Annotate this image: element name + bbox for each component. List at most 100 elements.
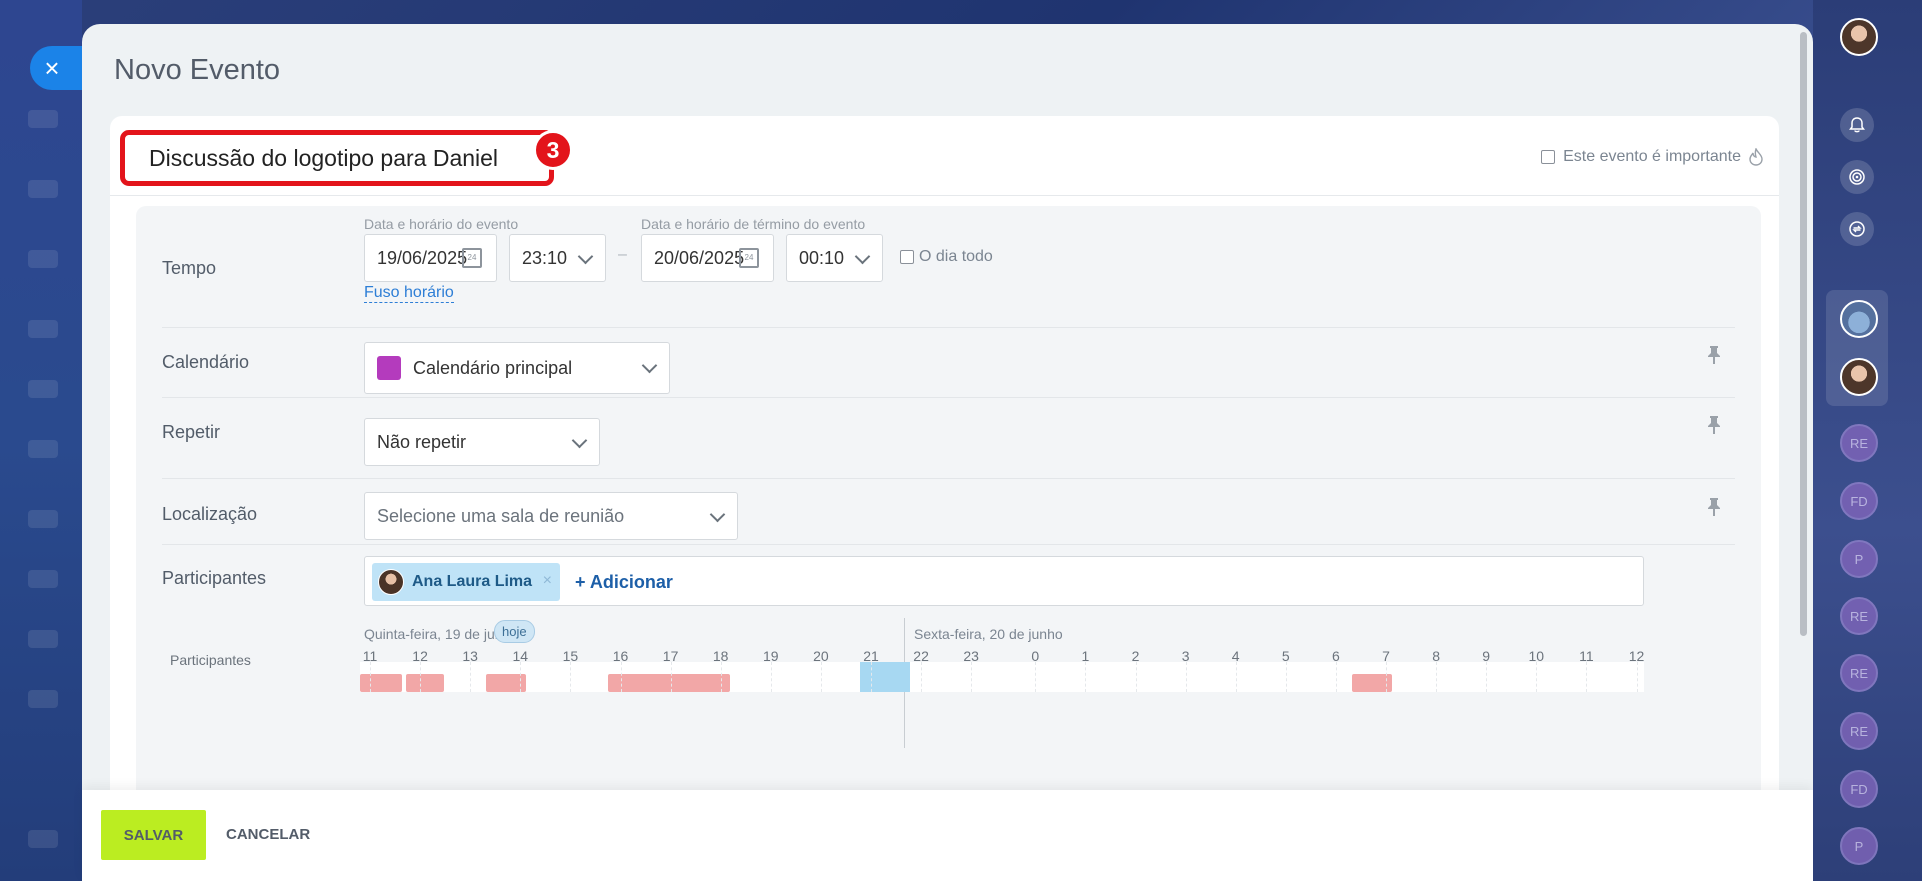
busy-slot [406, 674, 444, 692]
end-date-value: 20/06/2025 [654, 247, 745, 268]
hour-cell [770, 662, 772, 692]
event-slider-panel: Novo Evento Discussão do logotipo para D… [82, 24, 1813, 881]
chat-avatar[interactable] [1840, 358, 1878, 396]
end-time-value: 00:10 [799, 247, 845, 268]
location-label: Localização [162, 504, 258, 524]
today-badge: hoje [494, 620, 535, 643]
pin-icon[interactable] [1705, 496, 1723, 518]
scrollbar[interactable] [1800, 32, 1807, 636]
chat-avatar[interactable]: RE [1840, 597, 1878, 635]
ghost-icon [28, 110, 58, 128]
event-name-text: Discussão do logotipo para Daniel [149, 144, 499, 171]
pin-icon[interactable] [1705, 344, 1723, 366]
chat-avatar[interactable]: P [1840, 540, 1878, 578]
calendar-value: Calendário principal [413, 357, 573, 378]
chevron-down-icon [854, 248, 871, 265]
hour-cell [971, 662, 973, 692]
end-time-select[interactable]: 00:10 [786, 234, 883, 282]
hour-cell [1035, 662, 1037, 692]
location-select[interactable]: Selecione uma sala de reunião [364, 492, 738, 540]
row-divider [162, 397, 1735, 398]
all-day-label: O dia todo [919, 248, 993, 265]
selected-time-slot[interactable] [860, 662, 910, 692]
all-day-checkbox[interactable] [900, 250, 914, 264]
hour-cell [1235, 662, 1237, 692]
ghost-icon [28, 440, 58, 458]
event-name-input[interactable]: Discussão do logotipo para Daniel [120, 130, 554, 186]
hour-cell [1285, 662, 1287, 692]
start-caption: Data e horário do evento [364, 216, 519, 232]
calendar-icon: 24 [462, 248, 482, 268]
chat-avatar[interactable]: RE [1840, 654, 1878, 692]
start-date-value: 19/06/2025 [377, 247, 468, 268]
page-title: Novo Evento [114, 54, 281, 86]
hour-cell [1085, 662, 1087, 692]
pin-icon[interactable] [1705, 414, 1723, 436]
hour-cell [620, 662, 622, 692]
chat-avatar[interactable]: RE [1840, 712, 1878, 750]
hour-cell [1636, 662, 1638, 692]
close-slider-button[interactable]: × [30, 46, 82, 90]
ghost-icon [28, 830, 58, 848]
hour-cell [1386, 662, 1387, 692]
hour-cell [1185, 662, 1187, 692]
calendar-select[interactable]: Calendário principal [364, 342, 670, 394]
repeat-label: Repetir [162, 422, 221, 442]
ghost-icon [28, 570, 58, 588]
hour-cell [670, 662, 672, 692]
row-divider [162, 478, 1735, 479]
add-participant-button[interactable]: + Adicionar [575, 572, 673, 593]
row-divider [162, 327, 1735, 328]
chevron-down-icon [709, 506, 726, 523]
save-button[interactable]: SALVAR [101, 810, 206, 860]
end-date-input[interactable]: 20/06/2025 24 [641, 234, 774, 282]
hour-cell [1335, 662, 1337, 692]
target-icon[interactable] [1840, 160, 1874, 194]
chat-avatar[interactable]: FD [1840, 482, 1878, 520]
ghost-icon [28, 180, 58, 198]
hour-cell [820, 662, 822, 692]
hour-cell [1536, 662, 1538, 692]
calendar-label: Calendário [162, 352, 250, 372]
ghost-icon [28, 510, 58, 528]
location-placeholder: Selecione uma sala de reunião [377, 505, 625, 526]
participants-label: Participantes [162, 568, 267, 588]
repeat-value: Não repetir [377, 431, 467, 452]
row-divider [162, 544, 1735, 545]
chat-avatar[interactable]: P [1840, 827, 1878, 865]
chevron-down-icon [641, 357, 658, 374]
hour-cell [570, 662, 572, 692]
participants-input[interactable]: Ana Laura Lima × + Adicionar [364, 556, 1644, 606]
start-time-select[interactable]: 23:10 [509, 234, 606, 282]
calendar-icon: 24 [739, 248, 759, 268]
chat-avatar[interactable] [1840, 300, 1878, 338]
hour-cell [720, 662, 722, 692]
close-icon: × [44, 53, 60, 83]
hour-cell [370, 662, 371, 692]
bell-icon[interactable] [1840, 108, 1874, 142]
participant-chip[interactable]: Ana Laura Lima × [372, 563, 560, 601]
all-day-toggle[interactable]: O dia todo [900, 248, 993, 266]
cancel-button[interactable]: CANCELAR [226, 826, 310, 843]
ghost-icon [28, 320, 58, 338]
chat-avatar[interactable]: RE [1840, 424, 1878, 462]
flame-icon [1749, 148, 1763, 166]
time-separator: – [618, 246, 627, 263]
chevron-down-icon [571, 432, 588, 449]
user-avatar[interactable] [1840, 18, 1878, 56]
background-left-strip [0, 0, 82, 881]
remove-participant-icon[interactable]: × [543, 572, 552, 590]
start-date-input[interactable]: 19/06/2025 24 [364, 234, 497, 282]
time-label: Tempo [162, 258, 217, 278]
sync-icon[interactable] [1840, 212, 1874, 246]
participant-name: Ana Laura Lima [412, 573, 533, 590]
timeline-grid[interactable] [360, 662, 1644, 692]
timezone-link[interactable]: Fuso horário [364, 284, 454, 303]
important-label: Este evento é importante [1563, 148, 1741, 165]
repeat-select[interactable]: Não repetir [364, 418, 600, 466]
calendar-color-swatch [377, 356, 401, 380]
important-toggle[interactable]: Este evento é importante [1541, 148, 1763, 166]
hour-cell [1486, 662, 1488, 692]
chat-avatar[interactable]: FD [1840, 770, 1878, 808]
important-checkbox[interactable] [1541, 150, 1556, 164]
